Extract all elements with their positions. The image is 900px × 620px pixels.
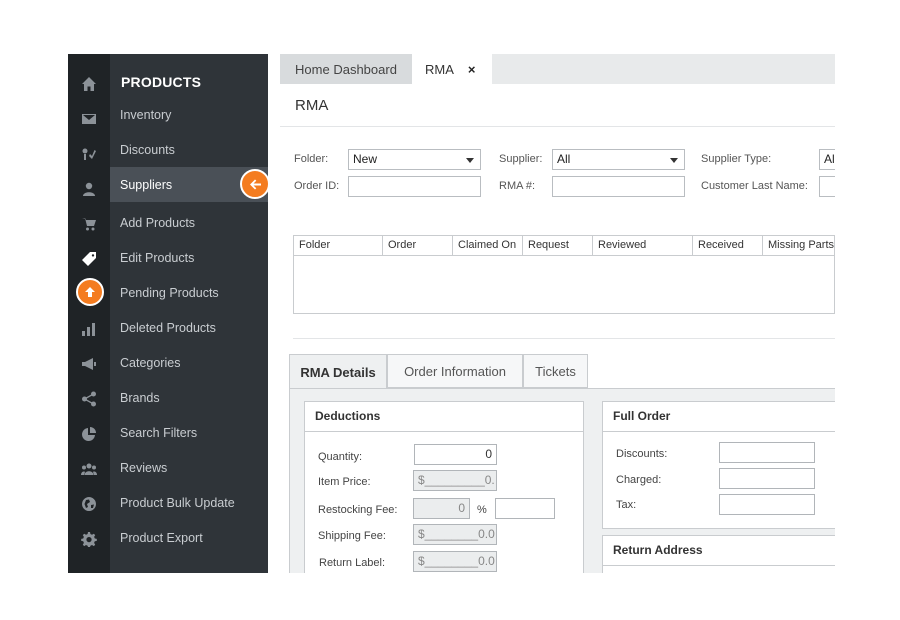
- order-id-input[interactable]: [348, 176, 481, 197]
- rma-number-label: RMA #:: [499, 180, 536, 192]
- supplier-label: Supplier:: [499, 153, 543, 165]
- menu-item-search-filters[interactable]: Search Filters: [110, 415, 268, 450]
- shipping-fee-input[interactable]: $________0.0: [413, 524, 497, 545]
- menu-item-reviews[interactable]: Reviews: [110, 450, 268, 485]
- bar-chart-icon[interactable]: [68, 311, 110, 346]
- supplier-select[interactable]: All: [552, 149, 685, 170]
- menu-item-pending-products[interactable]: Pending Products: [110, 275, 268, 310]
- folder-select-value: New: [353, 152, 378, 166]
- supplier-type-label: Supplier Type:: [701, 153, 772, 165]
- folder-select[interactable]: New: [348, 149, 481, 170]
- supplier-type-select-value: All: [824, 152, 835, 166]
- products-menu: PRODUCTS Inventory Discounts Suppliers A…: [110, 54, 268, 573]
- app-window: PRODUCTS Inventory Discounts Suppliers A…: [68, 54, 835, 573]
- column-header-order[interactable]: Order: [383, 236, 453, 255]
- page-title: RMA: [295, 97, 329, 114]
- mail-icon[interactable]: [68, 101, 110, 136]
- cart-icon[interactable]: [68, 206, 110, 241]
- deductions-box: Deductions Quantity: 0 Item Price: $____…: [304, 401, 584, 573]
- quantity-label: Quantity:: [318, 451, 363, 463]
- restocking-percent-input[interactable]: [495, 498, 555, 519]
- rma-grid-header: Folder Order Claimed On Request Reviewed…: [293, 235, 835, 256]
- discounts-input[interactable]: [719, 442, 815, 463]
- restocking-fee-label: Restocking Fee:: [318, 504, 398, 516]
- folder-label: Folder:: [294, 153, 329, 165]
- icon-rail: [68, 54, 110, 573]
- menu-item-deleted-products[interactable]: Deleted Products: [110, 310, 268, 345]
- users-icon[interactable]: [68, 451, 110, 486]
- tab-rma[interactable]: RMA ×: [412, 54, 492, 84]
- tax-input[interactable]: [719, 494, 815, 515]
- tag-icon[interactable]: [68, 241, 110, 276]
- supplier-type-select[interactable]: All: [819, 149, 835, 170]
- item-price-input[interactable]: $_________0.: [413, 470, 497, 491]
- discounts-label: Discounts:: [616, 448, 668, 460]
- customer-last-name-label: Customer Last Name:: [701, 180, 808, 192]
- tab-rma-label: RMA: [425, 61, 454, 77]
- tab-home-label: Home Dashboard: [295, 61, 397, 77]
- menu-item-inventory[interactable]: Inventory: [110, 97, 268, 132]
- menu-title: PRODUCTS: [121, 74, 202, 90]
- percent-sign: %: [477, 504, 487, 516]
- shipping-fee-label: Shipping Fee:: [318, 530, 386, 542]
- rma-number-input[interactable]: [552, 176, 685, 197]
- close-icon[interactable]: ×: [468, 62, 476, 77]
- tax-label: Tax:: [616, 499, 637, 511]
- full-order-box: Full Order Discounts: Charged: Tax:: [602, 401, 835, 529]
- rma-grid-body[interactable]: [293, 256, 835, 314]
- user-icon[interactable]: [68, 171, 110, 206]
- menu-item-product-bulk-update[interactable]: Product Bulk Update: [110, 485, 268, 520]
- megaphone-icon[interactable]: [68, 346, 110, 381]
- settings-gear-icon[interactable]: [68, 521, 110, 556]
- home-icon[interactable]: [68, 66, 110, 101]
- main-content: Home Dashboard RMA × RMA Folder: New Sup…: [280, 54, 835, 573]
- divider: [293, 338, 835, 339]
- tab-order-information[interactable]: Order Information: [387, 354, 523, 388]
- column-header-folder[interactable]: Folder: [294, 236, 383, 255]
- order-id-label: Order ID:: [294, 180, 340, 192]
- customer-last-name-input[interactable]: [819, 176, 835, 197]
- pie-chart-icon[interactable]: [68, 416, 110, 451]
- column-header-received[interactable]: Received: [693, 236, 763, 255]
- column-header-request[interactable]: Request: [523, 236, 593, 255]
- restocking-fee-input[interactable]: 0: [413, 498, 470, 519]
- quantity-input[interactable]: 0: [414, 444, 497, 465]
- deductions-title: Deductions: [305, 402, 583, 432]
- menu-item-add-products[interactable]: Add Products: [110, 205, 268, 240]
- charged-label: Charged:: [616, 474, 662, 486]
- column-header-reviewed[interactable]: Reviewed: [593, 236, 693, 255]
- menu-item-edit-products[interactable]: Edit Products: [110, 240, 268, 275]
- chevron-down-icon: [670, 158, 678, 163]
- column-header-claimed-on[interactable]: Claimed On: [453, 236, 523, 255]
- menu-item-discounts[interactable]: Discounts: [110, 132, 268, 167]
- return-address-box: Return Address: [602, 535, 835, 573]
- tab-bar: Home Dashboard RMA ×: [280, 54, 835, 84]
- column-header-missing-parts[interactable]: Missing Parts: [763, 236, 835, 255]
- tab-tickets[interactable]: Tickets: [523, 354, 588, 388]
- back-arrow-icon[interactable]: [240, 169, 270, 199]
- tab-home-dashboard[interactable]: Home Dashboard: [280, 54, 412, 84]
- menu-item-categories[interactable]: Categories: [110, 345, 268, 380]
- share-icon[interactable]: [68, 381, 110, 416]
- upload-icon[interactable]: [76, 278, 104, 306]
- return-label-label: Return Label:: [319, 557, 386, 569]
- supplier-select-value: All: [557, 152, 571, 166]
- charged-input[interactable]: [719, 468, 815, 489]
- globe-icon[interactable]: [68, 486, 110, 521]
- return-address-title: Return Address: [603, 536, 835, 566]
- full-order-title: Full Order: [603, 402, 835, 432]
- return-label-input[interactable]: $________0.0: [413, 551, 497, 572]
- rma-details-panel: Deductions Quantity: 0 Item Price: $____…: [289, 388, 835, 573]
- chevron-down-icon: [466, 158, 474, 163]
- menu-item-product-export[interactable]: Product Export: [110, 520, 268, 555]
- tab-rma-details[interactable]: RMA Details: [289, 354, 387, 389]
- tools-icon[interactable]: [68, 136, 110, 171]
- item-price-label: Item Price:: [318, 476, 371, 488]
- menu-item-brands[interactable]: Brands: [110, 380, 268, 415]
- divider: [280, 126, 835, 127]
